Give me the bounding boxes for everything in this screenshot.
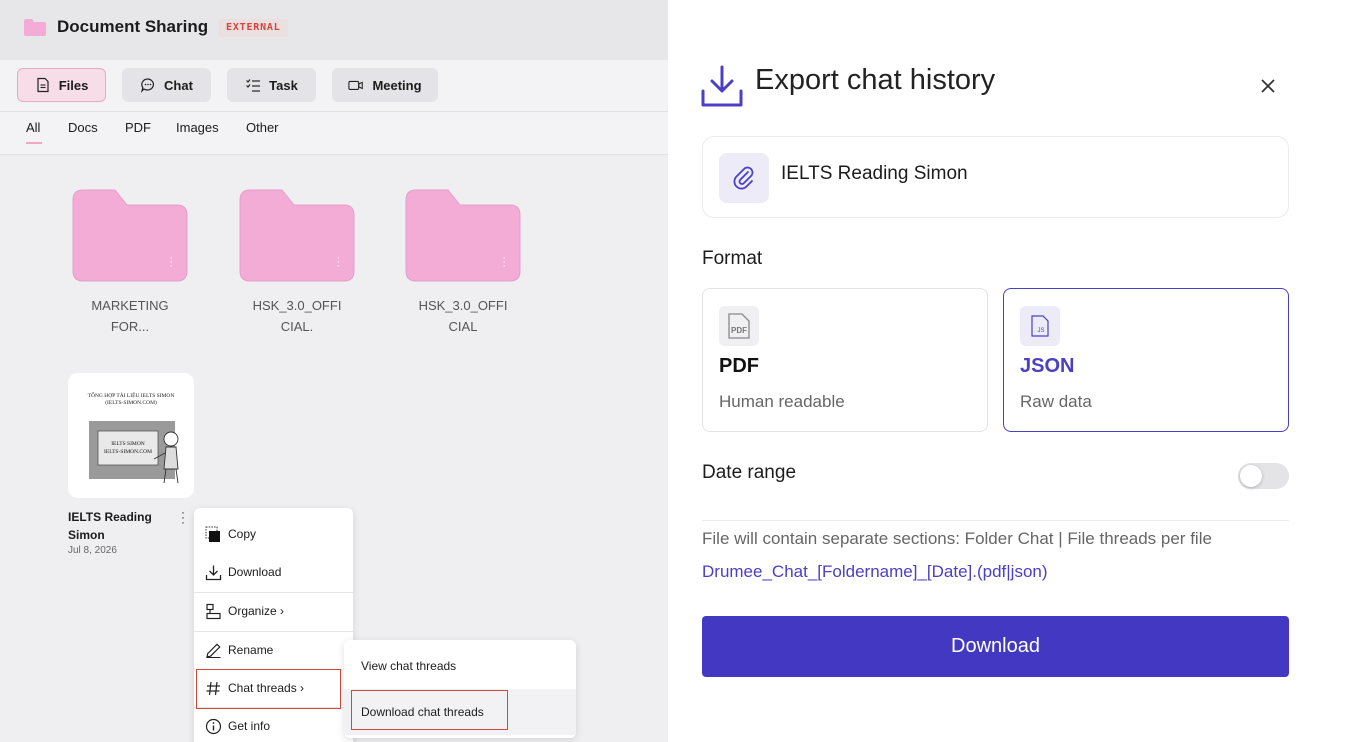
filter-all[interactable]: All: [26, 120, 40, 135]
tab-meeting[interactable]: Meeting: [332, 68, 438, 102]
document-preview-image: TỔNG HỢP TÀI LIỆU IELTS SIMON (IELTS-SIM…: [68, 373, 194, 498]
filter-images[interactable]: Images: [176, 120, 219, 135]
more-options-icon[interactable]: · · ·: [336, 253, 340, 272]
svg-text:JS: JS: [1037, 328, 1044, 334]
tab-label: Meeting: [372, 77, 422, 93]
folder-item[interactable]: · · ·: [238, 188, 356, 283]
filter-other[interactable]: Other: [246, 120, 279, 135]
folder-item[interactable]: · · ·: [71, 188, 189, 283]
export-dialog: Export chat history IELTS Reading Simon …: [668, 0, 1356, 742]
more-options-icon[interactable]: · · ·: [169, 253, 173, 272]
menu-item-get-info[interactable]: Get info: [194, 707, 353, 742]
checklist-icon: [246, 79, 261, 92]
info-icon: [205, 718, 222, 734]
pdf-file-icon: PDF: [719, 306, 759, 346]
filter-docs[interactable]: Docs: [68, 120, 98, 135]
folder-label: HSK_3.0_OFFI CIAL: [418, 298, 508, 334]
folder-item[interactable]: · · ·: [404, 188, 522, 283]
tab-bar: Files Chat Task Meeting: [0, 60, 668, 112]
format-option-json[interactable]: JS JSON Raw data: [1003, 288, 1289, 432]
folder-label: MARKETING FOR...: [91, 298, 169, 334]
paperclip-icon: [719, 153, 769, 203]
folder-label: HSK_3.0_OFFI CIAL.: [252, 298, 342, 334]
document-sharing-window: Document Sharing EXTERNAL Files Chat Tas…: [0, 0, 668, 742]
more-options-icon[interactable]: · · ·: [502, 253, 506, 272]
svg-text:TỔNG HỢP TÀI LIỆU IELTS SIMON: TỔNG HỢP TÀI LIỆU IELTS SIMON: [88, 391, 175, 399]
filter-pdf[interactable]: PDF: [125, 120, 151, 135]
window-title: Document Sharing: [57, 17, 209, 36]
close-icon[interactable]: [1256, 74, 1280, 98]
copy-icon: [205, 526, 220, 542]
date-range-label: Date range: [702, 462, 797, 483]
toggle-knob: [1240, 465, 1262, 487]
tab-chat[interactable]: Chat: [122, 68, 211, 102]
tab-label: Chat: [164, 77, 193, 93]
file-title: IELTS Reading Simon: [68, 510, 152, 542]
folder-icon: [24, 19, 46, 36]
organize-icon: [206, 603, 221, 619]
svg-text:(IELTS-SIMON.COM): (IELTS-SIMON.COM): [105, 399, 157, 406]
dialog-title: Export chat history: [755, 64, 996, 96]
tab-label: Task: [269, 77, 298, 93]
video-icon: [348, 80, 364, 90]
header-bar: Document Sharing EXTERNAL: [0, 0, 668, 60]
file-name: IELTS Reading Simon: [781, 163, 968, 184]
svg-text:IELTS-SIMON.COM: IELTS-SIMON.COM: [104, 449, 152, 455]
json-file-icon: JS: [1020, 306, 1060, 346]
filename-pattern: Drumee_Chat_[Foldername]_[Date].(pdf|jso…: [702, 562, 1048, 581]
menu-item-download[interactable]: Download: [194, 553, 353, 591]
tab-files[interactable]: Files: [17, 68, 106, 102]
external-badge: EXTERNAL: [219, 19, 288, 37]
file-date: Jul 8, 2026: [68, 545, 117, 556]
menu-item-organize[interactable]: Organize ›: [194, 592, 353, 630]
highlight-frame: [196, 669, 341, 709]
divider: [702, 520, 1289, 521]
selected-file-card: IELTS Reading Simon: [702, 136, 1289, 218]
format-label: Format: [702, 248, 763, 269]
chat-icon: [140, 78, 154, 93]
download-icon: [701, 65, 743, 107]
more-options-icon[interactable]: · · ·: [181, 506, 185, 528]
submenu-item-view-chat-threads[interactable]: View chat threads: [344, 643, 576, 689]
file-filter-bar: All Docs PDF Images Other: [0, 112, 668, 155]
format-option-pdf[interactable]: PDF PDF Human readable: [702, 288, 988, 432]
active-filter-underline: [26, 142, 42, 144]
pencil-icon: [206, 642, 221, 658]
highlight-frame: [351, 690, 508, 730]
date-range-toggle[interactable]: [1238, 463, 1289, 489]
svg-text:IELTS SIMON: IELTS SIMON: [111, 441, 145, 447]
menu-item-copy[interactable]: Copy: [194, 515, 353, 553]
format-name: JSON: [1020, 355, 1075, 377]
download-button[interactable]: Download: [702, 616, 1289, 677]
tab-task[interactable]: Task: [227, 68, 316, 102]
download-icon: [205, 565, 222, 580]
format-name: PDF: [719, 355, 759, 377]
file-thumbnail[interactable]: TỔNG HỢP TÀI LIỆU IELTS SIMON (IELTS-SIM…: [68, 373, 194, 498]
svg-text:PDF: PDF: [731, 326, 747, 335]
format-description: Raw data: [1020, 392, 1092, 411]
menu-item-rename[interactable]: Rename: [194, 631, 353, 669]
format-description: Human readable: [719, 392, 845, 411]
tab-label: Files: [58, 77, 89, 93]
file-icon: [37, 77, 49, 93]
export-note: File will contain separate sections: Fol…: [702, 529, 1212, 548]
